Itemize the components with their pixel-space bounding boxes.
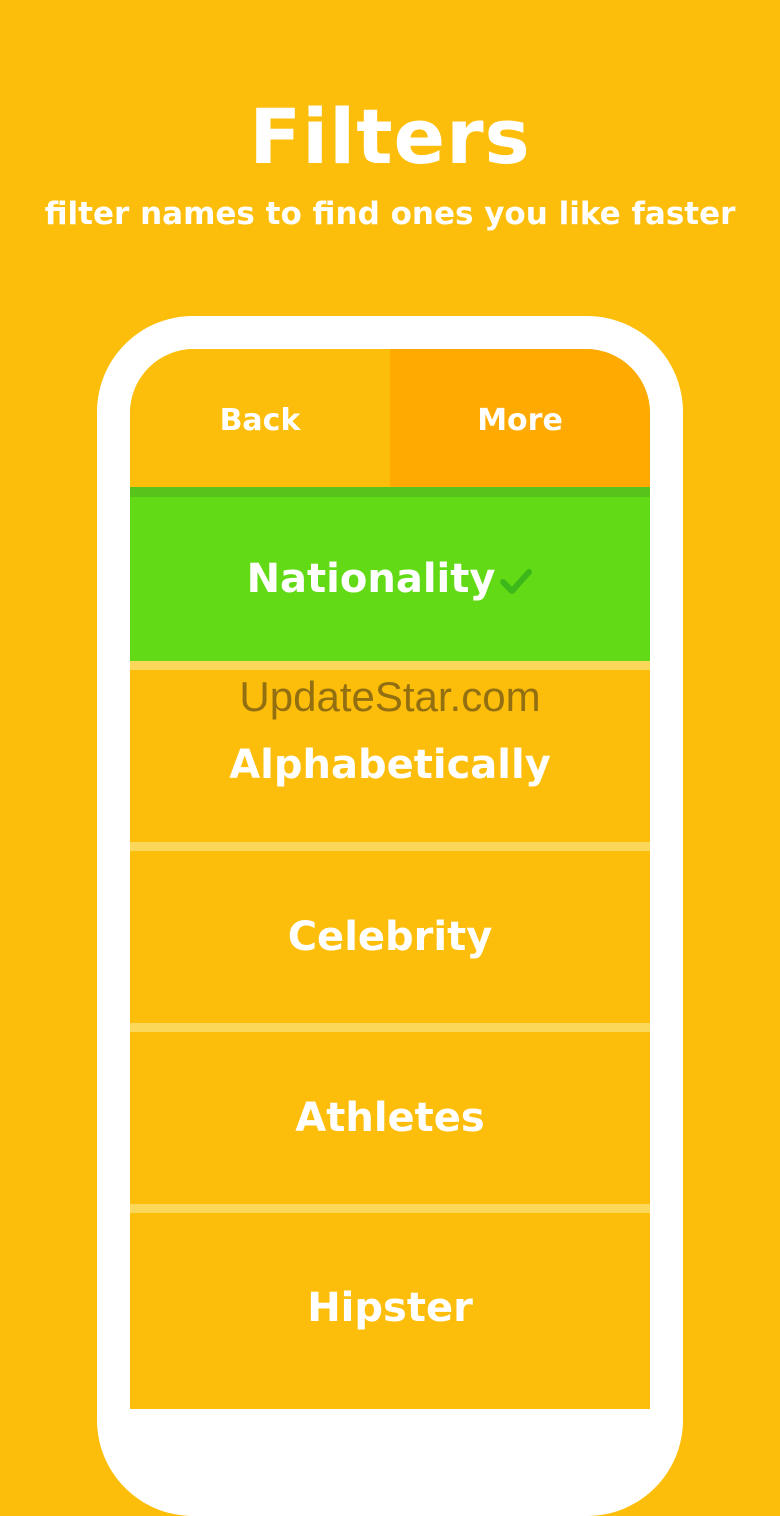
row-divider bbox=[130, 661, 650, 670]
row-divider bbox=[130, 1023, 650, 1032]
row-divider bbox=[130, 842, 650, 851]
topbar-divider bbox=[130, 487, 650, 497]
filter-item-label: Athletes bbox=[295, 1095, 485, 1141]
back-button[interactable]: Back bbox=[130, 349, 390, 489]
more-button-label: More bbox=[477, 402, 563, 438]
filter-item-hipster[interactable]: Hipster bbox=[130, 1213, 650, 1403]
page-subtitle: filter names to find ones you like faste… bbox=[44, 196, 736, 232]
row-divider bbox=[130, 1204, 650, 1213]
filter-item-label: Nationality bbox=[246, 556, 496, 602]
phone-screen: Back More Nationality Alphabetically Cel… bbox=[130, 349, 650, 1409]
back-button-label: Back bbox=[219, 402, 301, 438]
page-title: Filters bbox=[249, 92, 531, 181]
filter-list: Nationality Alphabetically Celebrity Ath… bbox=[130, 497, 650, 1403]
filter-item-label: Celebrity bbox=[287, 914, 493, 960]
filter-item-athletes[interactable]: Athletes bbox=[130, 1032, 650, 1204]
filter-item-celebrity[interactable]: Celebrity bbox=[130, 851, 650, 1023]
watermark-text: UpdateStar.com bbox=[239, 673, 541, 720]
filter-item-nationality[interactable]: Nationality bbox=[130, 497, 650, 661]
more-button[interactable]: More bbox=[390, 349, 650, 489]
filter-item-label: Alphabetically bbox=[229, 742, 551, 788]
checkmark-icon bbox=[499, 562, 533, 596]
filter-item-label: Hipster bbox=[307, 1285, 473, 1331]
top-bar: Back More bbox=[130, 349, 650, 489]
